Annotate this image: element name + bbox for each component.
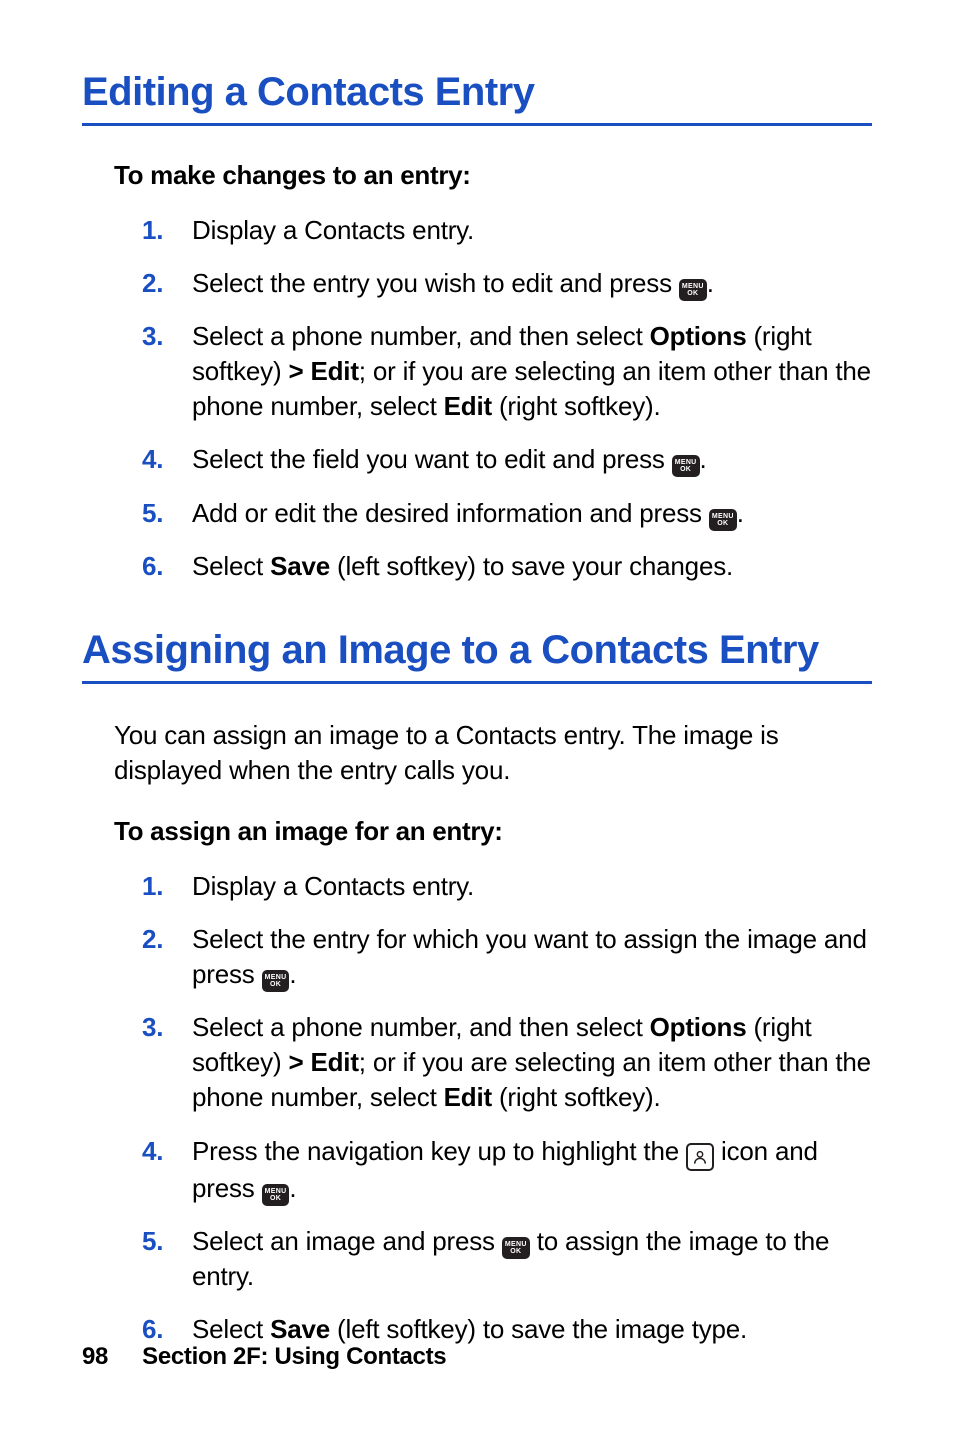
page-footer: 98 Section 2F: Using Contacts (82, 1343, 446, 1371)
step-text: . (289, 1173, 296, 1203)
ui-term-options: Options (650, 321, 747, 351)
step-text: Display a Contacts entry. (192, 871, 474, 901)
step-text: Select an image and press (192, 1226, 502, 1256)
step-text: Select (192, 1314, 270, 1344)
menu-ok-icon: MENUOK (502, 1237, 530, 1259)
step-item: Press the navigation key up to highlight… (142, 1134, 872, 1206)
step-item: Display a Contacts entry. (142, 213, 872, 248)
step-text: (right softkey). (492, 1082, 661, 1112)
ui-term-edit: Edit (310, 356, 358, 386)
section-label: Section 2F: Using Contacts (142, 1343, 446, 1370)
menu-ok-icon: MENUOK (672, 455, 700, 477)
step-text: (right softkey). (492, 391, 661, 421)
ui-term-save: Save (270, 551, 330, 581)
ui-term-edit: Edit (310, 1047, 358, 1077)
step-item: Select a phone number, and then select O… (142, 1010, 872, 1115)
step-text: . (737, 498, 744, 528)
menu-ok-icon: MENUOK (679, 279, 707, 301)
step-item: Select a phone number, and then select O… (142, 319, 872, 424)
heading-assign-image: Assigning an Image to a Contacts Entry (82, 628, 872, 684)
step-text: Select a phone number, and then select (192, 1012, 650, 1042)
step-item: Display a Contacts entry. (142, 869, 872, 904)
step-text: (left softkey) to save your changes. (330, 551, 733, 581)
step-text: . (289, 959, 296, 989)
instruction-title-make-changes: To make changes to an entry: (82, 160, 872, 191)
ui-term-edit: Edit (444, 391, 492, 421)
step-item: Select Save (left softkey) to save the i… (142, 1312, 872, 1347)
step-text: . (707, 268, 714, 298)
step-text: Select the entry you wish to edit and pr… (192, 268, 679, 298)
menu-ok-icon: MENUOK (262, 1184, 290, 1206)
step-item: Select the entry you wish to edit and pr… (142, 266, 872, 301)
ui-term-save: Save (270, 1314, 330, 1344)
intro-paragraph: You can assign an image to a Contacts en… (82, 718, 872, 788)
menu-ok-icon: MENUOK (709, 509, 737, 531)
step-text: Display a Contacts entry. (192, 215, 474, 245)
step-item: Select an image and press MENUOK to assi… (142, 1224, 872, 1294)
steps-assign-image: Display a Contacts entry. Select the ent… (82, 869, 872, 1347)
menu-ok-icon: MENUOK (262, 970, 290, 992)
step-text: . (700, 444, 707, 474)
steps-editing-contacts: Display a Contacts entry. Select the ent… (82, 213, 872, 584)
ui-term-gt: > (288, 1047, 303, 1077)
ui-term-gt: > (288, 356, 303, 386)
step-text: Select the field you want to edit and pr… (192, 444, 672, 474)
step-text: Select (192, 551, 270, 581)
manual-page: Editing a Contacts Entry To make changes… (0, 0, 954, 1431)
ui-term-edit: Edit (444, 1082, 492, 1112)
step-item: Select the entry for which you want to a… (142, 922, 872, 992)
step-item: Select the field you want to edit and pr… (142, 442, 872, 477)
instruction-title-assign-image: To assign an image for an entry: (82, 816, 872, 847)
heading-editing-contacts: Editing a Contacts Entry (82, 70, 872, 126)
ui-term-options: Options (650, 1012, 747, 1042)
step-text: (left softkey) to save the image type. (330, 1314, 747, 1344)
step-text: Select a phone number, and then select (192, 321, 650, 351)
picture-id-icon (686, 1143, 714, 1171)
step-item: Select Save (left softkey) to save your … (142, 549, 872, 584)
step-item: Add or edit the desired information and … (142, 496, 872, 531)
step-text: Add or edit the desired information and … (192, 498, 709, 528)
page-number: 98 (82, 1343, 108, 1370)
step-text: Press the navigation key up to highlight… (192, 1136, 686, 1166)
